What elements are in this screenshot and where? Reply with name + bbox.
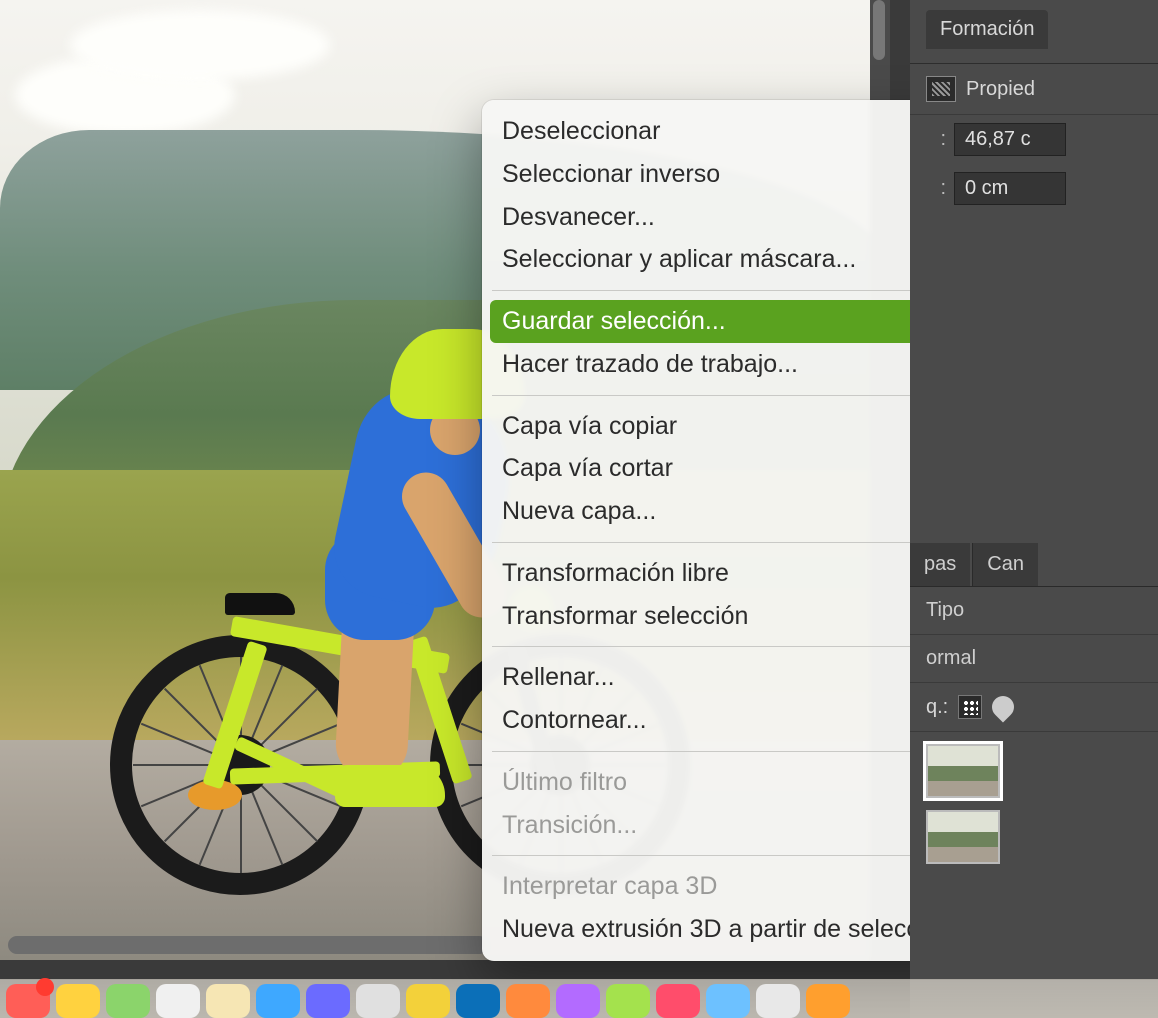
dock-app-icon[interactable] [206,984,250,1018]
dock-app-icon[interactable] [406,984,450,1018]
dock-app-icon[interactable] [156,984,200,1018]
dock [0,979,1158,1018]
dock-app-icon[interactable] [256,984,300,1018]
lock-brush-icon[interactable] [988,691,1019,722]
dock-app-icon[interactable] [756,984,800,1018]
dimension-1-value[interactable]: 46,87 c [954,123,1066,156]
dock-app-icon[interactable] [106,984,150,1018]
dock-app-icon[interactable] [356,984,400,1018]
properties-header[interactable]: Propied [910,64,1158,115]
properties-panel: Formación Propied : 46,87 c : 0 cm pas C… [910,0,1158,1018]
dimension-1-label: : [926,128,946,151]
dock-app-icon[interactable] [6,984,50,1018]
dock-app-icon[interactable] [656,984,700,1018]
layer-thumbnail-2[interactable] [926,810,1000,864]
dimension-2-label: : [926,177,946,200]
dock-app-icon[interactable] [306,984,350,1018]
properties-label: Propied [966,78,1035,101]
dimension-2-value[interactable]: 0 cm [954,172,1066,205]
layer-thumbnail-1[interactable] [926,744,1000,798]
dock-app-icon[interactable] [556,984,600,1018]
dock-app-icon[interactable] [806,984,850,1018]
dock-app-icon[interactable] [506,984,550,1018]
dock-app-icon[interactable] [706,984,750,1018]
tab-canales[interactable]: Can [972,543,1038,586]
blend-mode-selector[interactable]: ormal [910,635,1158,683]
kind-selector[interactable]: Tipo [910,587,1158,635]
dock-app-icon[interactable] [56,984,100,1018]
lock-pixels-icon[interactable] [958,695,982,719]
lock-label: q.: [926,696,948,719]
dock-app-icon[interactable] [606,984,650,1018]
document-icon [926,76,956,102]
dock-app-icon[interactable] [456,984,500,1018]
horizontal-scrollbar[interactable] [8,936,488,954]
tab-capas[interactable]: pas [910,543,970,586]
tab-formacion[interactable]: Formación [926,10,1048,49]
